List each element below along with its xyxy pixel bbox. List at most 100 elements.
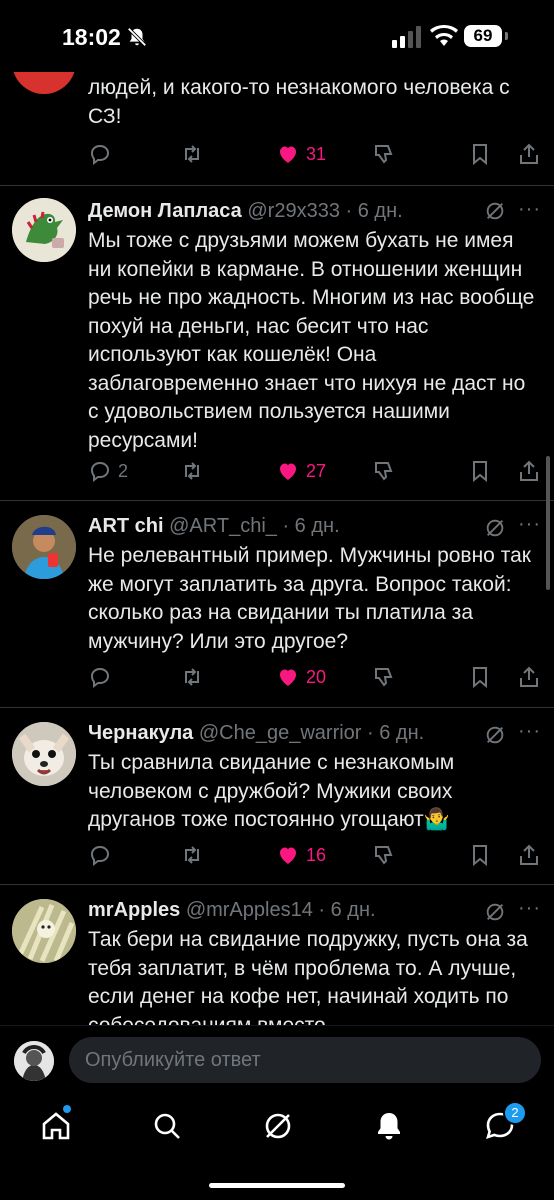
tab-notifications[interactable] (372, 1109, 406, 1143)
repost-icon (185, 462, 199, 480)
more-options-icon[interactable]: ··· (518, 720, 541, 743)
repost-button[interactable] (180, 139, 204, 169)
tab-home[interactable] (39, 1103, 73, 1143)
share-button[interactable] (517, 662, 541, 692)
wifi-icon (430, 24, 458, 46)
share-icon (520, 143, 538, 164)
reply-composer-bar: Опубликуйте ответ (0, 1025, 554, 1096)
like-button[interactable]: 27 (276, 456, 326, 486)
home-indicator[interactable] (209, 1183, 345, 1188)
grok-icon[interactable] (484, 517, 506, 539)
display-name[interactable]: mrApples (88, 899, 180, 921)
like-button[interactable]: 31 (276, 139, 326, 169)
dislike-button[interactable] (372, 139, 396, 169)
avatar[interactable] (12, 515, 76, 579)
tweet-item[interactable]: Демон Лапласа @r29x333 · 6 дн. ··· Мы то… (0, 186, 554, 500)
tweet-actions: 20 (0, 662, 554, 692)
like-count: 27 (306, 460, 327, 481)
reply-button[interactable] (88, 840, 112, 870)
avatar[interactable] (12, 198, 76, 262)
grok-icon[interactable] (484, 724, 506, 746)
reply-button[interactable] (88, 662, 112, 692)
tweet-text: Ты сравнила свидание с незнакомым челове… (88, 751, 455, 831)
like-count: 16 (306, 844, 327, 865)
display-name[interactable]: Демон Лапласа (88, 200, 242, 222)
heart-filled-icon (280, 847, 296, 864)
bookmark-icon (473, 667, 487, 689)
scrollbar[interactable] (546, 456, 550, 590)
status-bar: 18:02 69 (0, 0, 554, 72)
cellular-signal-icon (392, 26, 421, 48)
reply-icon (90, 845, 110, 866)
dislike-button[interactable] (372, 840, 396, 870)
tweet-actions: 2 27 (0, 456, 554, 486)
repost-icon (185, 846, 199, 864)
tweet-text: Так бери на свидание подружку, пусть она… (88, 928, 528, 1025)
share-button[interactable] (517, 456, 541, 486)
timestamp: · 6 дн. (282, 515, 340, 537)
handle[interactable]: @r29x333 (247, 200, 340, 222)
bookmark-button[interactable] (468, 662, 492, 692)
tab-grok[interactable] (261, 1109, 295, 1143)
reply-button[interactable] (88, 139, 118, 169)
share-icon (520, 460, 538, 481)
share-button[interactable] (517, 139, 541, 169)
handle[interactable]: @mrApples14 (186, 899, 313, 921)
handle[interactable]: @ART_chi_ (169, 515, 277, 537)
bell-muted-icon (127, 27, 147, 47)
thumbs-down-icon (375, 846, 393, 865)
reply-input[interactable]: Опубликуйте ответ (69, 1037, 541, 1083)
avatar[interactable] (14, 1041, 54, 1081)
clock: 18:02 (62, 24, 121, 50)
search-icon (154, 1113, 180, 1139)
avatar[interactable] (12, 722, 76, 786)
more-options-icon[interactable]: ··· (518, 513, 541, 536)
tweet-text: Мы тоже с друзьями можем бухать не имея … (88, 229, 535, 452)
more-options-icon[interactable]: ··· (518, 897, 541, 920)
reply-count: 2 (118, 460, 129, 481)
share-button[interactable] (517, 840, 541, 870)
tweet-text: Не релевантный пример. Мужчины ровно так… (88, 544, 531, 653)
thumbs-down-icon (375, 145, 393, 164)
grok-icon (265, 1113, 291, 1139)
display-name[interactable]: Чернакула (88, 722, 193, 744)
thumbs-down-icon (375, 668, 393, 687)
heart-filled-icon (280, 669, 296, 686)
like-button[interactable]: 20 (276, 662, 326, 692)
bookmark-button[interactable] (468, 456, 492, 486)
messages-badge: 2 (503, 1101, 527, 1125)
bookmark-button[interactable] (468, 139, 492, 169)
repost-button[interactable] (180, 662, 204, 692)
dislike-button[interactable] (372, 662, 396, 692)
reply-icon (90, 667, 110, 688)
thumbs-down-icon (375, 462, 393, 481)
timestamp: · 6 дн. (367, 722, 425, 744)
tweet-actions: 31 (0, 139, 554, 169)
grok-icon[interactable] (484, 901, 506, 923)
avatar[interactable] (12, 899, 76, 963)
timestamp: · 6 дн. (318, 899, 376, 921)
tab-search[interactable] (150, 1109, 184, 1143)
display-name[interactable]: ART chi (88, 515, 164, 537)
more-options-icon[interactable]: ··· (518, 198, 541, 221)
battery-tip (505, 32, 508, 40)
replies-feed: людей, и какого-то незнакомого человека … (0, 0, 554, 1025)
tweet-item[interactable]: Чернакула @Che_ge_warrior · 6 дн. ··· Ты… (0, 708, 554, 884)
repost-button[interactable] (180, 840, 204, 870)
like-button[interactable]: 16 (276, 840, 326, 870)
tweet-item[interactable]: ART chi @ART_chi_ · 6 дн. ··· Не релеван… (0, 501, 554, 707)
reply-placeholder: Опубликуйте ответ (85, 1049, 261, 1071)
tweet-header: mrApples @mrApples14 · 6 дн. (88, 899, 376, 922)
bookmark-button[interactable] (468, 840, 492, 870)
grok-icon[interactable] (484, 200, 506, 222)
dislike-button[interactable] (372, 456, 396, 486)
repost-button[interactable] (180, 456, 204, 486)
reply-icon (90, 144, 110, 165)
repost-icon (185, 145, 199, 163)
share-icon (520, 666, 538, 687)
handle[interactable]: @Che_ge_warrior (199, 722, 362, 744)
reply-button[interactable]: 2 (88, 456, 128, 486)
share-icon (520, 844, 538, 865)
tab-messages[interactable]: 2 (483, 1101, 527, 1143)
tweet-item[interactable]: mrApples @mrApples14 · 6 дн. ··· Так бер… (0, 885, 554, 1025)
